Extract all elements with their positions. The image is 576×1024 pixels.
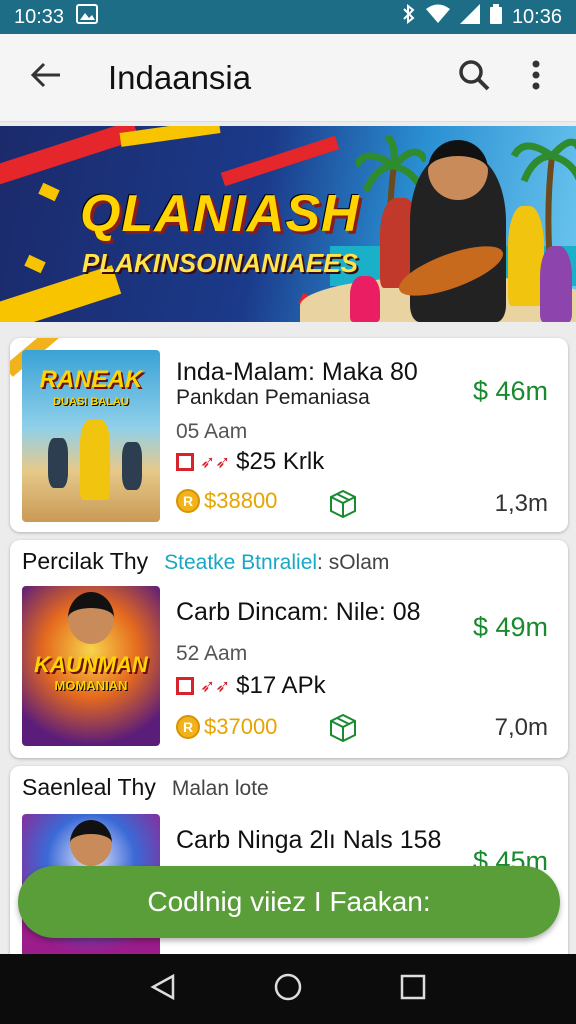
item-count: 1,3m [494, 490, 548, 517]
item-title: Carb Dincam: Nile: 08 [176, 598, 421, 626]
confetti [24, 254, 46, 274]
thumbnail-figure [122, 442, 142, 490]
search-button[interactable] [452, 56, 496, 100]
card-header-meta: : sOlam [317, 551, 390, 574]
item-title: Inda-Malam: Maka 80 [176, 358, 418, 386]
more-options-button[interactable] [514, 56, 558, 100]
red-tag-icon [176, 677, 194, 695]
coin-row: R $37000 [176, 714, 277, 740]
item-price-row: ➶➶ $17 APk [176, 672, 326, 700]
item-title: Carb Ninga 2lı Nals 158 [176, 826, 442, 854]
banner-person [350, 276, 380, 322]
nav-recents-button[interactable] [388, 964, 438, 1014]
thumbnail-figure [48, 438, 68, 488]
card-header-title: Percilak Thy [22, 548, 149, 574]
item-time: 05 Aam [176, 420, 248, 443]
home-circle-icon [273, 972, 303, 1007]
item-count: 7,0m [494, 714, 548, 741]
thumbnail-subtitle: DUASI BALAU [53, 396, 129, 408]
item-price: $25 Krlk [236, 448, 325, 475]
arrows-icon: ➶➶ [200, 675, 231, 696]
green-price: $ 46m [472, 376, 548, 406]
green-price: $ 49m [472, 612, 548, 642]
coin-icon: R [176, 489, 200, 513]
list-item[interactable]: RANEAK DUASI BALAU Inda-Malam: Maka 80 P… [10, 338, 568, 532]
list-item[interactable]: Percilak Thy Steatke Btnraliel: sOlam KA… [10, 540, 568, 758]
banner-person [508, 206, 544, 306]
recents-square-icon [399, 973, 427, 1006]
banner-person [540, 246, 572, 322]
item-price-row: ➶➶ $25 Krlk [176, 448, 324, 476]
coin-row: R $38800 [176, 488, 277, 514]
item-thumbnail[interactable]: KAUNMAN MOMANIAN [22, 586, 160, 746]
image-icon [76, 4, 99, 30]
promo-banner[interactable]: QLANIASH PLAKINSOINANIAEES [0, 126, 576, 322]
page-title: Indaansia [108, 58, 252, 96]
banner-title: QLANIASH [80, 185, 360, 243]
card-header: Percilak Thy Steatke Btnraliel: sOlam [22, 548, 389, 575]
item-price: $17 APk [236, 672, 326, 699]
red-tag-icon [176, 453, 194, 471]
primary-action-button[interactable]: Codlnig viiez I Faakan: [18, 866, 560, 938]
status-time-left: 10:33 [14, 5, 65, 28]
nav-back-button[interactable] [138, 964, 188, 1014]
item-time: 52 Aam [176, 642, 248, 665]
thumbnail-face [68, 592, 114, 644]
package-icon[interactable] [328, 712, 358, 742]
status-time-right: 10:36 [511, 5, 562, 28]
card-header-title: Saenleal Thy [22, 774, 156, 800]
coin-value: $38800 [204, 488, 278, 513]
coin-icon: R [176, 715, 200, 739]
banner-stripe [220, 135, 340, 187]
battery-icon [489, 4, 502, 30]
banner-face [428, 140, 488, 200]
thumbnail-title: KAUNMAN [34, 652, 148, 677]
more-vert-icon [532, 60, 540, 95]
search-icon [458, 59, 490, 96]
status-bar: 10:33 10:36 [0, 0, 576, 34]
card-header: Saenleal Thy Malan lote [22, 774, 269, 801]
confetti [38, 182, 60, 202]
item-subtitle: Pankdan Pemaniasa [176, 386, 370, 409]
thumbnail-subtitle: MOMANIAN [54, 678, 128, 693]
back-triangle-icon [149, 973, 177, 1006]
banner-subtitle: PLAKINSOINANIAEES [82, 248, 358, 278]
navigation-bar [0, 954, 576, 1024]
nav-home-button[interactable] [263, 964, 313, 1014]
bluetooth-icon [402, 3, 416, 30]
back-arrow-icon [30, 61, 62, 94]
app-bar: Indaansia [0, 34, 576, 122]
card-header-meta: Malan lote [171, 777, 269, 800]
wifi-icon [425, 4, 450, 30]
banner-stripe [0, 126, 139, 192]
coin-value: $37000 [204, 714, 278, 739]
thumbnail-face [70, 820, 112, 866]
back-button[interactable] [16, 48, 76, 108]
arrows-icon: ➶➶ [200, 451, 231, 472]
signal-icon [459, 4, 480, 30]
package-icon[interactable] [328, 488, 358, 518]
thumbnail-title: RANEAK [39, 366, 143, 393]
thumbnail-figure [80, 420, 110, 500]
card-header-link[interactable]: Steatke Btnraliel [164, 551, 317, 574]
item-thumbnail[interactable]: RANEAK DUASI BALAU [22, 350, 160, 522]
